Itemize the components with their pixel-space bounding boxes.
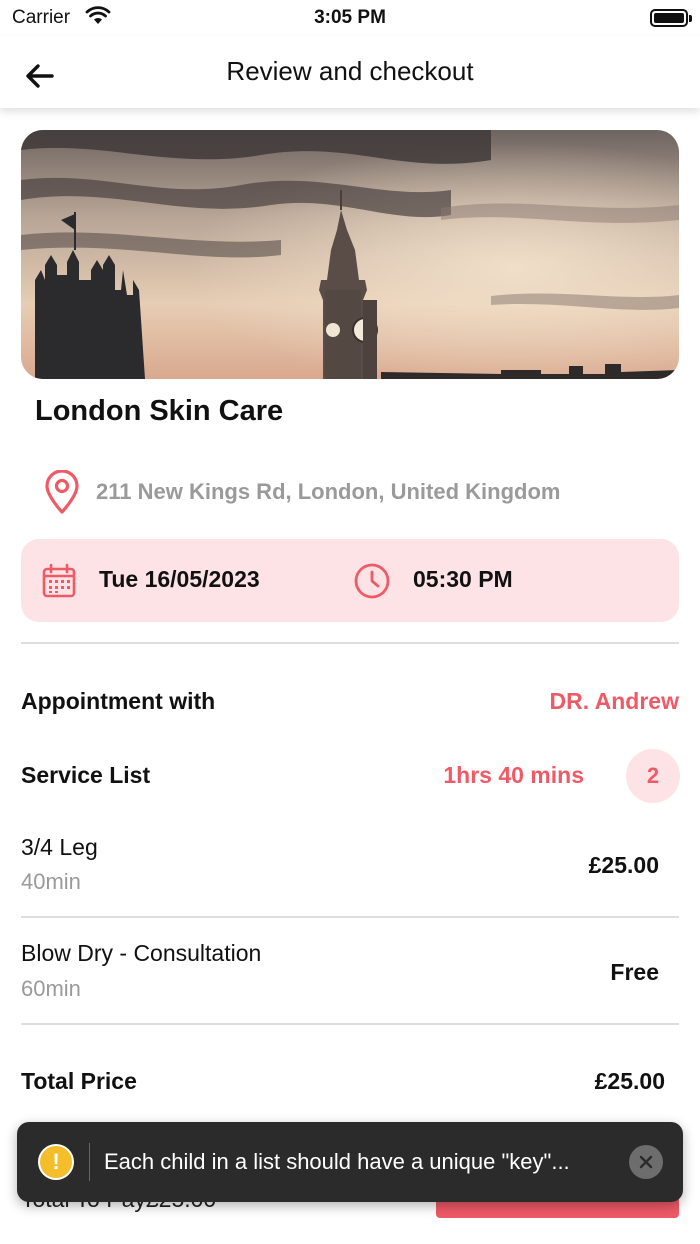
service-total-duration: 1hrs 40 mins <box>443 762 584 788</box>
total-price-value: £25.00 <box>594 1068 665 1094</box>
page-title: Review and checkout <box>226 56 474 86</box>
clinic-name: London Skin Care <box>35 395 284 427</box>
service-item-name: Blow Dry - Consultation <box>21 940 262 966</box>
doctor-name: DR. Andrew <box>549 688 680 714</box>
service-item-duration: 60min <box>21 976 81 1001</box>
toast-message: Each child in a list should have a uniqu… <box>104 1149 570 1174</box>
clinic-hero-image <box>21 130 679 379</box>
booking-time: 05:30 PM <box>413 566 513 592</box>
divider <box>21 916 679 918</box>
service-item-duration: 40min <box>21 869 81 894</box>
divider <box>21 1023 679 1025</box>
service-count-badge: 2 <box>626 749 680 803</box>
clock-icon <box>354 563 390 599</box>
service-list-label: Service List <box>21 762 151 788</box>
location-pin-icon <box>45 470 79 514</box>
booking-datetime: Tue 16/05/2023 05:30 PM <box>21 539 679 622</box>
service-item-price: Free <box>610 959 659 985</box>
warning-toast[interactable]: ! Each child in a list should have a uni… <box>17 1122 683 1202</box>
status-time: 3:05 PM <box>314 7 386 28</box>
clinic-address: 211 New Kings Rd, London, United Kingdom <box>42 470 560 514</box>
status-bar: Carrier 3:05 PM <box>0 0 700 36</box>
close-icon[interactable] <box>629 1145 663 1179</box>
booking-date: Tue 16/05/2023 <box>99 566 260 592</box>
appointment-label: Appointment with <box>21 688 216 714</box>
warning-icon: ! <box>38 1144 74 1180</box>
total-price-label: Total Price <box>21 1068 137 1094</box>
service-item-price: £25.00 <box>588 852 659 878</box>
battery-icon <box>650 9 692 27</box>
toast-separator <box>89 1143 90 1181</box>
divider <box>21 642 679 644</box>
address-text: 211 New Kings Rd, London, United Kingdom <box>96 479 561 504</box>
service-item-name: 3/4 Leg <box>21 834 98 860</box>
app-header: Review and checkout <box>0 36 700 108</box>
calendar-icon <box>42 563 76 598</box>
